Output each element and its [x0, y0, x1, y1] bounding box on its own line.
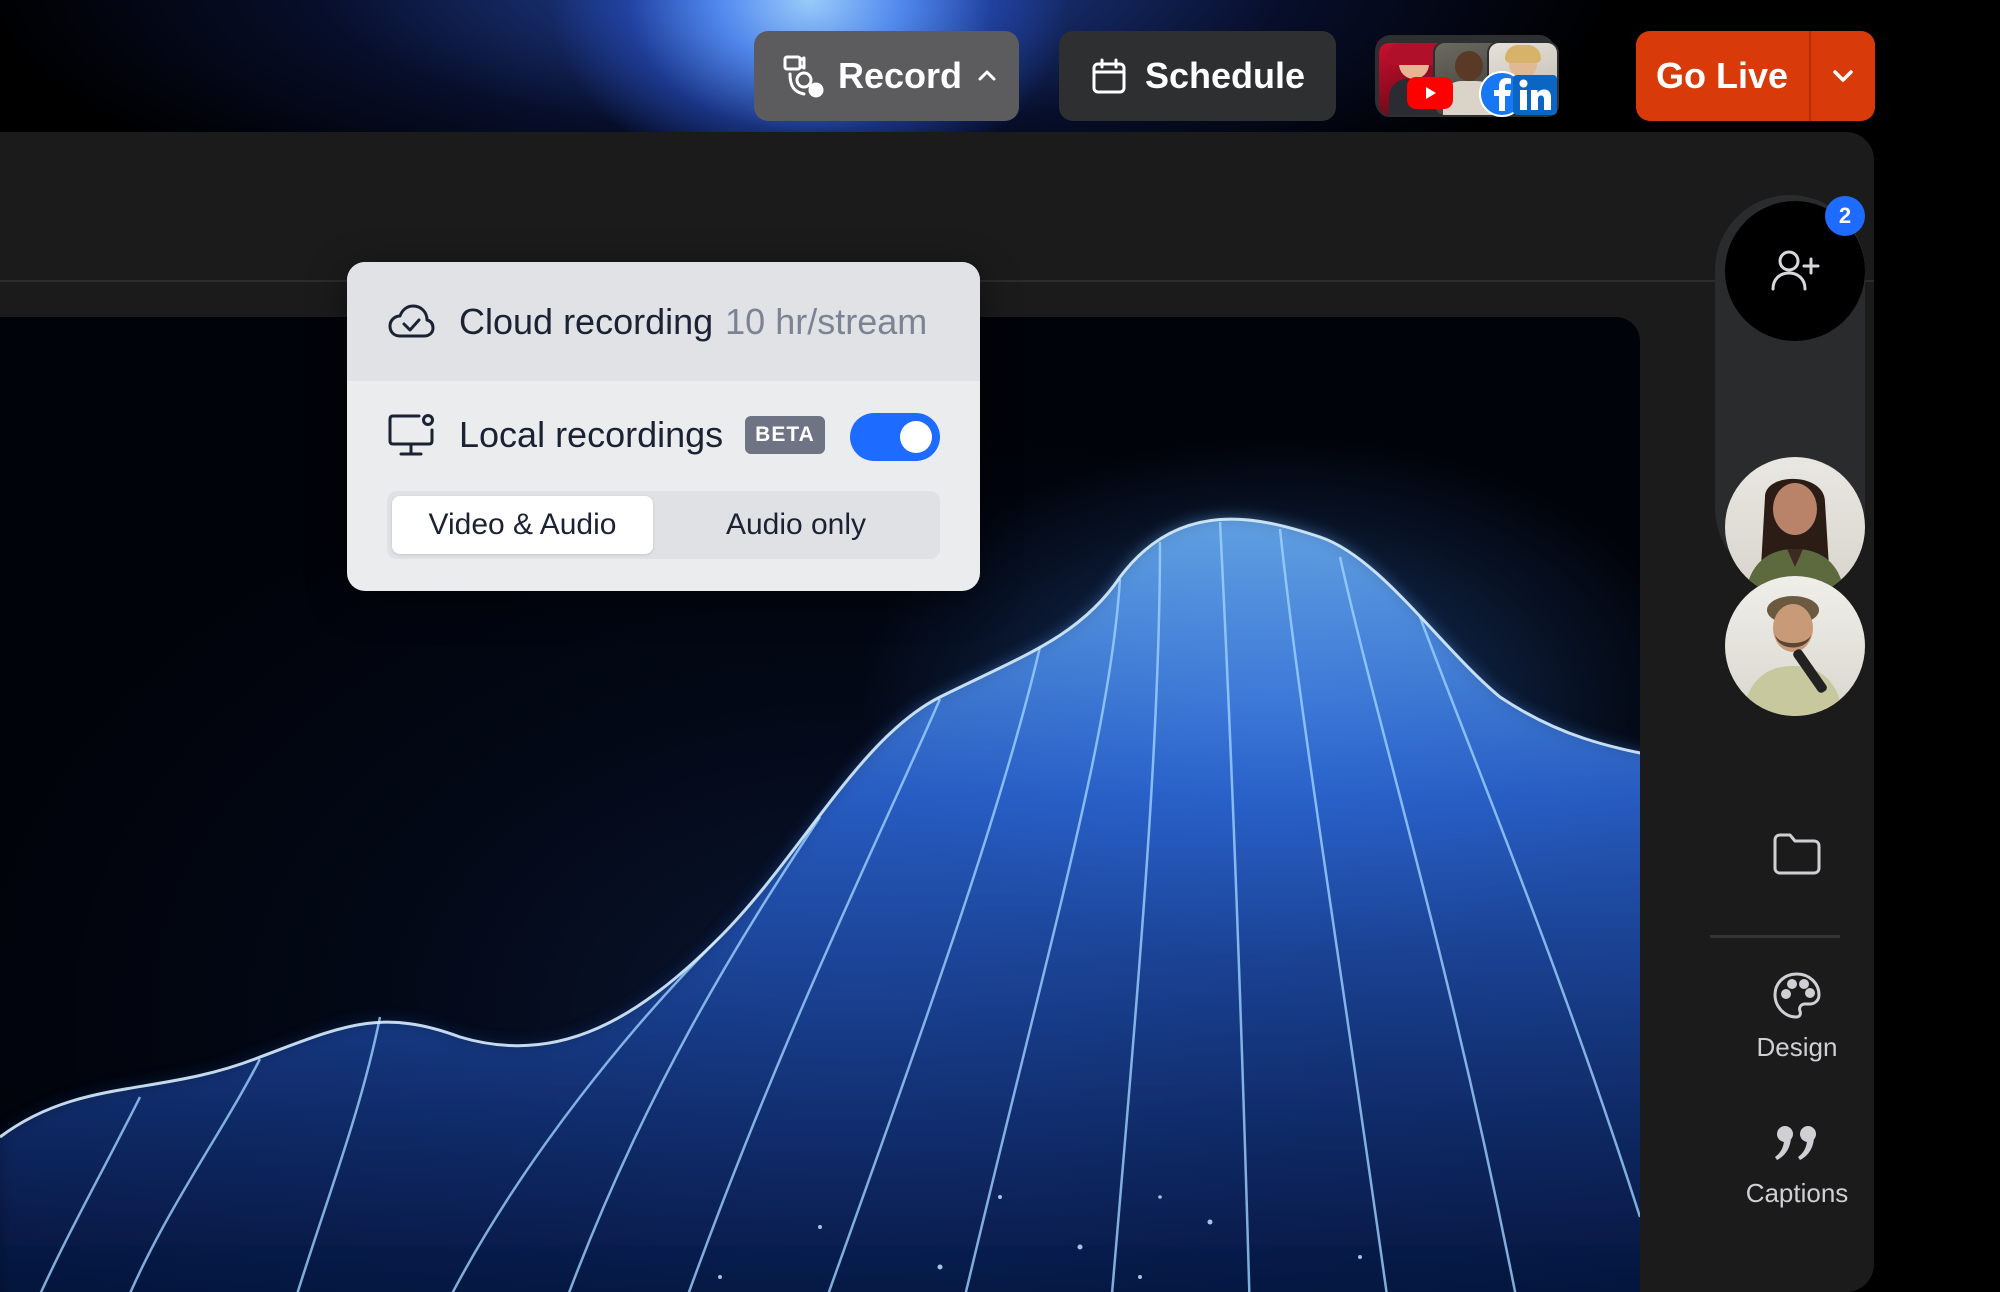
recording-mode-selector: Video & Audio Audio only	[387, 491, 940, 559]
captions-button[interactable]: Captions	[1680, 1120, 1914, 1209]
studio-toolbar	[0, 132, 1874, 282]
local-recordings-toggle[interactable]	[850, 413, 940, 461]
media-folder-button[interactable]	[1680, 830, 1914, 878]
go-live-button[interactable]: Go Live	[1636, 31, 1808, 121]
toggle-knob	[900, 421, 932, 453]
captions-label: Captions	[1745, 1178, 1849, 1208]
folder-icon	[1771, 830, 1823, 878]
captions-icon	[1771, 1120, 1823, 1168]
record-label: Record	[838, 55, 963, 96]
go-live-options-button[interactable]	[1811, 31, 1875, 121]
beta-badge: BETA	[745, 416, 825, 454]
chevron-down-icon	[1829, 62, 1857, 90]
design-label: Design	[1756, 1032, 1838, 1062]
guest-count-badge: 2	[1825, 196, 1865, 236]
chevron-up-icon	[976, 65, 998, 87]
palette-icon	[1771, 970, 1823, 1022]
schedule-label: Schedule	[1145, 55, 1306, 96]
destinations-selector[interactable]	[1375, 35, 1559, 117]
record-button[interactable]: Record	[754, 31, 1019, 121]
design-button[interactable]: Design	[1680, 970, 1914, 1063]
local-recordings-label: Local recordings	[459, 414, 724, 455]
mode-option-audio-only[interactable]: Audio only	[657, 496, 935, 554]
monitor-record-icon	[387, 412, 435, 458]
cloud-recording-label: Cloud recording	[459, 300, 714, 342]
cloud-recording-limit: 10 hr/stream	[725, 300, 928, 342]
record-options-menu: Cloud recording 10 hr/stream Local recor…	[347, 262, 980, 591]
calendar-icon	[1089, 56, 1129, 96]
go-live-button-group: Go Live	[1636, 31, 1875, 121]
local-recordings-option: Local recordings BETA	[347, 381, 980, 489]
cloud-check-icon	[387, 302, 435, 342]
avatar[interactable]	[1725, 576, 1865, 716]
youtube-icon	[1407, 77, 1453, 109]
linkedin-icon	[1513, 75, 1557, 115]
mode-option-video-audio[interactable]: Video & Audio	[392, 496, 653, 554]
rail-divider	[1710, 935, 1840, 938]
record-icon	[782, 54, 826, 98]
schedule-button[interactable]: Schedule	[1059, 31, 1336, 121]
user-plus-icon	[1767, 243, 1823, 299]
cloud-recording-option[interactable]: Cloud recording 10 hr/stream	[347, 262, 980, 381]
